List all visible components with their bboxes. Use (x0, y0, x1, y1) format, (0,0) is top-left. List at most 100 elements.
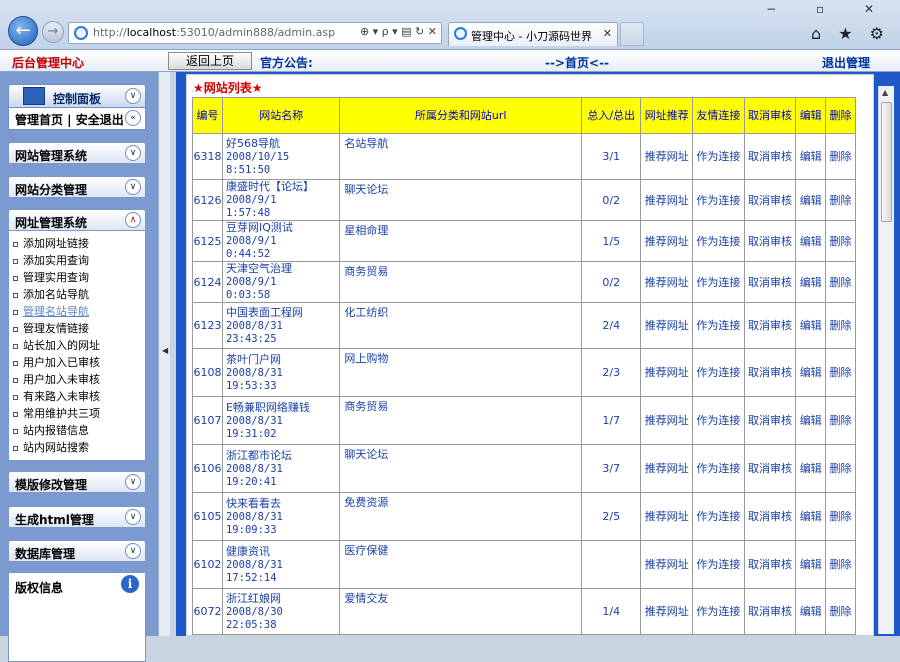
friend-link[interactable]: 作为连接 (692, 396, 745, 445)
forward-arrow-icon[interactable]: → (42, 21, 64, 43)
sidebar-item-add-query[interactable]: 添加实用查询 (13, 252, 89, 268)
friend-link[interactable]: 作为连接 (692, 261, 745, 303)
chevron-up-icon[interactable]: ∧ (125, 212, 141, 228)
sidebar-item-friend-links[interactable]: 管理友情链接 (13, 320, 89, 336)
cancel-review-link[interactable]: 取消审核 (743, 302, 797, 349)
tab-close-icon[interactable]: ✕ (603, 27, 612, 40)
recommend-link[interactable]: 推荐网址 (640, 348, 694, 397)
chevron-down-icon[interactable]: ∨ (125, 179, 141, 195)
friend-link[interactable]: 作为连接 (692, 492, 745, 541)
group-site-category[interactable]: 网站分类管理 ∨ (8, 176, 146, 198)
site-name-link[interactable]: E畅兼职网络赚钱 (226, 401, 310, 414)
sidebar-item-manage-query[interactable]: 管理实用查询 (13, 269, 89, 285)
sidebar-item-add-url[interactable]: 添加网址链接 (13, 235, 89, 251)
sidebar-item-user-approved[interactable]: 用户加入已审核 (13, 354, 100, 370)
vertical-scrollbar[interactable]: ▲ (878, 86, 894, 634)
sidebar-item-webmaster-urls[interactable]: 站长加入的网址 (13, 337, 100, 353)
delete-link[interactable]: 删除 (825, 396, 856, 445)
site-name-link[interactable]: 茶叶门户网 (226, 353, 281, 366)
delete-link[interactable]: 删除 (825, 492, 856, 541)
cancel-review-link[interactable]: 取消审核 (743, 179, 797, 221)
recommend-link[interactable]: 推荐网址 (640, 492, 694, 541)
friend-link[interactable]: 作为连接 (692, 540, 745, 589)
address-tools[interactable]: ⊕ ▾ ρ ▾ ▤ ↻ ✕ (360, 25, 437, 38)
info-icon[interactable]: i (121, 575, 139, 593)
cancel-review-link[interactable]: 取消审核 (743, 396, 797, 445)
delete-link[interactable]: 删除 (825, 348, 856, 397)
delete-link[interactable]: 删除 (825, 444, 856, 493)
edit-link[interactable]: 编辑 (795, 444, 827, 493)
group-html-gen[interactable]: 生成html管理 ∨ (8, 506, 146, 528)
edit-link[interactable]: 编辑 (795, 348, 827, 397)
home-link[interactable]: -->首页<-- (545, 54, 609, 71)
recommend-link[interactable]: 推荐网址 (640, 540, 694, 589)
friend-link[interactable]: 作为连接 (692, 444, 745, 493)
chevron-left-icon[interactable]: « (125, 110, 141, 126)
edit-link[interactable]: 编辑 (795, 588, 827, 635)
edit-link[interactable]: 编辑 (795, 261, 827, 303)
collapse-arrow-icon[interactable]: ◀ (162, 346, 168, 355)
browser-tab[interactable]: 管理中心 - 小刀源码世界 ✕ (448, 22, 618, 46)
chevron-down-icon[interactable]: ∨ (125, 474, 141, 490)
cancel-review-link[interactable]: 取消审核 (743, 261, 797, 303)
friend-link[interactable]: 作为连接 (692, 133, 745, 180)
cancel-review-link[interactable]: 取消审核 (743, 540, 797, 589)
site-name-link[interactable]: 康盛时代【论坛】 (226, 180, 314, 193)
quick-links-label[interactable]: 管理首页 | 安全退出 (15, 111, 124, 128)
site-name-link[interactable]: 豆芽网IQ测试 (226, 221, 293, 234)
cancel-review-link[interactable]: 取消审核 (743, 133, 797, 180)
group-template[interactable]: 模版修改管理 ∨ (8, 471, 146, 493)
window-controls[interactable]: − ▫ ✕ (766, 2, 892, 16)
friend-link[interactable]: 作为连接 (692, 220, 745, 262)
back-page-button[interactable]: 返回上页 (168, 52, 252, 70)
delete-link[interactable]: 删除 (825, 588, 856, 635)
back-arrow-icon[interactable]: ← (8, 16, 38, 46)
recommend-link[interactable]: 推荐网址 (640, 220, 694, 262)
sidebar-splitter[interactable]: ◀ (158, 72, 170, 636)
site-name-link[interactable]: 浙江都市论坛 (226, 449, 292, 462)
sidebar-item-add-nav[interactable]: 添加名站导航 (13, 286, 89, 302)
new-tab-button[interactable] (620, 22, 644, 46)
edit-link[interactable]: 编辑 (795, 220, 827, 262)
site-name-link[interactable]: 快来看看去 (226, 497, 281, 510)
recommend-link[interactable]: 推荐网址 (640, 133, 694, 180)
recommend-link[interactable]: 推荐网址 (640, 396, 694, 445)
scroll-up-icon[interactable]: ▲ (882, 88, 888, 97)
chevron-down-icon[interactable]: ∨ (125, 145, 141, 161)
chevron-down-icon[interactable]: ∨ (125, 543, 141, 559)
friend-link[interactable]: 作为连接 (692, 588, 745, 635)
control-panel-header[interactable]: 控制面板 ∨ (8, 84, 146, 108)
site-name-link[interactable]: 中国表面工程网 (226, 306, 303, 319)
sidebar-item-maintenance[interactable]: 常用维护共三项 (13, 405, 100, 421)
sidebar-item-manage-nav[interactable]: 管理名站导航 (13, 303, 89, 319)
cancel-review-link[interactable]: 取消审核 (743, 444, 797, 493)
site-name-link[interactable]: 浙江红娘网 (226, 592, 281, 605)
cancel-review-link[interactable]: 取消审核 (743, 492, 797, 541)
chevron-down-icon[interactable]: ∨ (125, 88, 141, 104)
scroll-thumb[interactable] (881, 102, 892, 222)
cancel-review-link[interactable]: 取消审核 (743, 220, 797, 262)
toolbar-icons[interactable]: ⌂ ★ ⚙ (811, 24, 890, 43)
edit-link[interactable]: 编辑 (795, 302, 827, 349)
address-url[interactable]: http://localhost:53010/admin888/admin.as… (93, 26, 335, 39)
friend-link[interactable]: 作为连接 (692, 179, 745, 221)
edit-link[interactable]: 编辑 (795, 396, 827, 445)
edit-link[interactable]: 编辑 (795, 540, 827, 589)
address-bar[interactable]: http://localhost:53010/admin888/admin.as… (68, 22, 442, 44)
recommend-link[interactable]: 推荐网址 (640, 302, 694, 349)
site-name-link[interactable]: 健康资讯 (226, 545, 270, 558)
site-name-link[interactable]: 好568导航 (226, 137, 280, 150)
delete-link[interactable]: 删除 (825, 179, 856, 221)
delete-link[interactable]: 删除 (825, 220, 856, 262)
delete-link[interactable]: 删除 (825, 133, 856, 180)
friend-link[interactable]: 作为连接 (692, 302, 745, 349)
recommend-link[interactable]: 推荐网址 (640, 444, 694, 493)
friend-link[interactable]: 作为连接 (692, 348, 745, 397)
sidebar-item-referral-pending[interactable]: 有来路入未审核 (13, 388, 100, 404)
delete-link[interactable]: 删除 (825, 261, 856, 303)
group-url-mgmt[interactable]: 网址管理系统 ∧ (8, 209, 146, 231)
chevron-down-icon[interactable]: ∨ (125, 509, 141, 525)
recommend-link[interactable]: 推荐网址 (640, 179, 694, 221)
sidebar-item-site-search[interactable]: 站内网站搜索 (13, 439, 89, 455)
cancel-review-link[interactable]: 取消审核 (743, 348, 797, 397)
